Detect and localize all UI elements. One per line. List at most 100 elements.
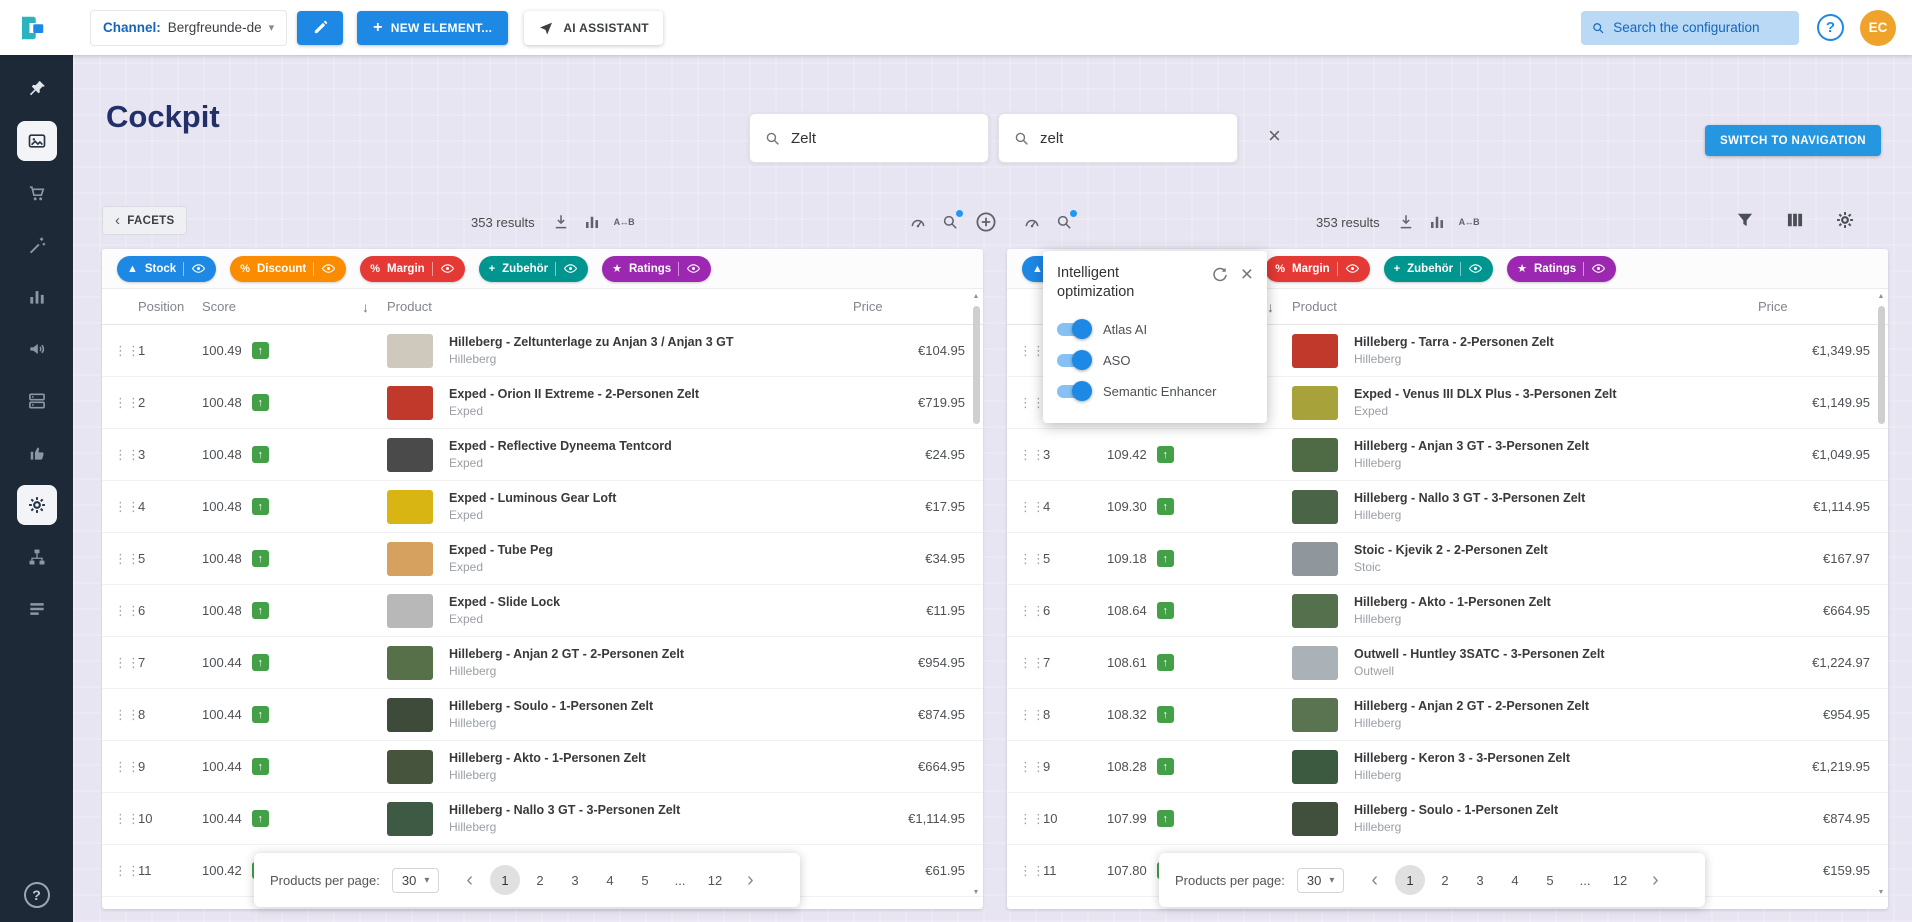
scrollbar-thumb[interactable]: [973, 306, 980, 424]
facet-chip[interactable]: ★ Ratings: [602, 256, 711, 282]
sidebar-item-cockpit[interactable]: [17, 121, 57, 161]
config-search-input[interactable]: [1613, 20, 1789, 35]
drag-handle-icon[interactable]: ⋮⋮: [114, 499, 138, 515]
eye-icon[interactable]: [563, 261, 578, 276]
toggle-switch[interactable]: [1057, 385, 1089, 398]
facet-chip[interactable]: + Zubehör: [479, 256, 588, 282]
clear-queries-icon[interactable]: ×: [1268, 125, 1281, 147]
per-page-select[interactable]: 30 ▾: [1297, 868, 1345, 893]
settings-gear-icon[interactable]: [1835, 210, 1855, 230]
channel-selector[interactable]: Channel: Bergfreunde-de ▾: [90, 10, 287, 46]
table-row[interactable]: ⋮⋮ 7 100.44 ↑ Hilleberg - Anjan 2 GT - 2…: [102, 637, 983, 689]
facets-button[interactable]: ‹ FACETS: [102, 206, 187, 235]
facet-chip[interactable]: % Margin: [1265, 256, 1369, 282]
page-button[interactable]: 2: [1430, 865, 1460, 895]
toggle-switch[interactable]: [1057, 323, 1089, 336]
scrollbar-thumb[interactable]: [1878, 306, 1885, 424]
column-price[interactable]: Price: [853, 299, 971, 314]
search-preview-button[interactable]: [1055, 213, 1073, 231]
columns-view-icon[interactable]: [1785, 210, 1805, 230]
table-row[interactable]: ⋮⋮ 3 100.48 ↑ Exped - Reflective Dyneema…: [102, 429, 983, 481]
drag-handle-icon[interactable]: ⋮⋮: [1019, 811, 1043, 827]
facet-chip[interactable]: ▲ Stock: [117, 256, 216, 282]
column-price[interactable]: Price: [1758, 299, 1876, 314]
eye-icon[interactable]: [440, 261, 455, 276]
ai-assistant-button[interactable]: AI ASSISTANT: [524, 11, 663, 45]
page-button[interactable]: 12: [1605, 865, 1635, 895]
filter-funnel-icon[interactable]: [1735, 210, 1755, 230]
table-row[interactable]: ⋮⋮ 7 108.61 ↑ Outwell - Huntley 3SATC - …: [1007, 637, 1888, 689]
page-button[interactable]: 5: [630, 865, 660, 895]
toggle-row[interactable]: Atlas AI: [1057, 314, 1253, 345]
page-button[interactable]: 2: [525, 865, 555, 895]
facet-chip[interactable]: + Zubehör: [1384, 256, 1493, 282]
sidebar-item-analytics[interactable]: [17, 277, 57, 317]
new-element-button[interactable]: + NEW ELEMENT...: [357, 11, 508, 45]
table-row[interactable]: ⋮⋮ 6 100.48 ↑ Exped - Slide Lock Exped €…: [102, 585, 983, 637]
sidebar-item-data[interactable]: [17, 381, 57, 421]
table-row[interactable]: ⋮⋮ 10 100.44 ↑ Hilleberg - Nallo 3 GT - …: [102, 793, 983, 845]
eye-icon[interactable]: [321, 261, 336, 276]
column-product[interactable]: Product: [387, 299, 853, 314]
page-button[interactable]: ...: [1570, 865, 1600, 895]
toggle-row[interactable]: Semantic Enhancer: [1057, 376, 1253, 407]
drag-handle-icon[interactable]: ⋮⋮: [114, 395, 138, 411]
table-row[interactable]: ⋮⋮ 9 100.44 ↑ Hilleberg - Akto - 1-Perso…: [102, 741, 983, 793]
column-score[interactable]: Score ↓: [202, 299, 387, 315]
per-page-select[interactable]: 30 ▾: [392, 868, 440, 893]
prev-page-button[interactable]: ‹: [1364, 870, 1385, 890]
drag-handle-icon[interactable]: ⋮⋮: [1019, 655, 1043, 671]
sidebar-item-campaigns[interactable]: [17, 329, 57, 369]
page-button[interactable]: 3: [560, 865, 590, 895]
sidebar-item-recommendations[interactable]: [17, 433, 57, 473]
drag-handle-icon[interactable]: ⋮⋮: [114, 343, 138, 359]
table-row[interactable]: ⋮⋮ 1 100.49 ↑ Hilleberg - Zeltunterlage …: [102, 325, 983, 377]
edit-channel-button[interactable]: [297, 11, 343, 45]
help-button[interactable]: ?: [1817, 14, 1844, 41]
refresh-icon[interactable]: [1211, 266, 1229, 284]
drag-handle-icon[interactable]: ⋮⋮: [114, 551, 138, 567]
column-product[interactable]: Product: [1292, 299, 1758, 314]
table-row[interactable]: ⋮⋮ 8 108.32 ↑ Hilleberg - Anjan 2 GT - 2…: [1007, 689, 1888, 741]
app-logo[interactable]: [14, 10, 50, 46]
switch-to-navigation-button[interactable]: SWITCH TO NAVIGATION: [1705, 125, 1881, 156]
ab-test-icon[interactable]: A↔B: [1459, 217, 1480, 227]
sidebar-item-shop[interactable]: [17, 173, 57, 213]
add-panel-button[interactable]: [974, 210, 998, 234]
toggle-switch[interactable]: [1057, 354, 1089, 367]
page-button[interactable]: 1: [490, 865, 520, 895]
scroll-down-icon[interactable]: ▼: [970, 887, 982, 899]
page-button[interactable]: 5: [1535, 865, 1565, 895]
page-button[interactable]: 3: [1465, 865, 1495, 895]
scroll-up-icon[interactable]: ▲: [970, 291, 982, 303]
drag-handle-icon[interactable]: ⋮⋮: [1019, 499, 1043, 515]
sort-desc-icon[interactable]: ↓: [362, 299, 387, 315]
page-button[interactable]: ...: [665, 865, 695, 895]
performance-gauge-button[interactable]: [1023, 213, 1041, 231]
table-row[interactable]: ⋮⋮ 5 109.18 ↑ Stoic - Kjevik 2 - 2-Perso…: [1007, 533, 1888, 585]
facet-chip[interactable]: ★ Ratings: [1507, 256, 1616, 282]
config-search[interactable]: [1581, 11, 1799, 45]
ab-test-icon[interactable]: A↔B: [614, 217, 635, 227]
analytics-button[interactable]: [583, 213, 601, 231]
prev-page-button[interactable]: ‹: [459, 870, 480, 890]
sidebar-item-settings[interactable]: [17, 485, 57, 525]
drag-handle-icon[interactable]: ⋮⋮: [114, 811, 138, 827]
drag-handle-icon[interactable]: ⋮⋮: [114, 603, 138, 619]
close-ic​on[interactable]: ×: [1241, 264, 1253, 285]
table-row[interactable]: ⋮⋮ 4 109.30 ↑ Hilleberg - Nallo 3 GT - 3…: [1007, 481, 1888, 533]
drag-handle-icon[interactable]: ⋮⋮: [1019, 603, 1043, 619]
next-page-button[interactable]: ›: [1645, 870, 1666, 890]
page-button[interactable]: 1: [1395, 865, 1425, 895]
export-button[interactable]: [1397, 213, 1415, 231]
drag-handle-icon[interactable]: ⋮⋮: [114, 447, 138, 463]
sidebar-item-templates[interactable]: [17, 589, 57, 629]
next-page-button[interactable]: ›: [740, 870, 761, 890]
analytics-button[interactable]: [1428, 213, 1446, 231]
facet-chip[interactable]: % Discount: [230, 256, 346, 282]
drag-handle-icon[interactable]: ⋮⋮: [1019, 343, 1043, 359]
column-position[interactable]: Position: [138, 299, 202, 314]
export-button[interactable]: [552, 213, 570, 231]
table-row[interactable]: ⋮⋮ 3 109.42 ↑ Hilleberg - Anjan 3 GT - 3…: [1007, 429, 1888, 481]
eye-icon[interactable]: [1345, 261, 1360, 276]
